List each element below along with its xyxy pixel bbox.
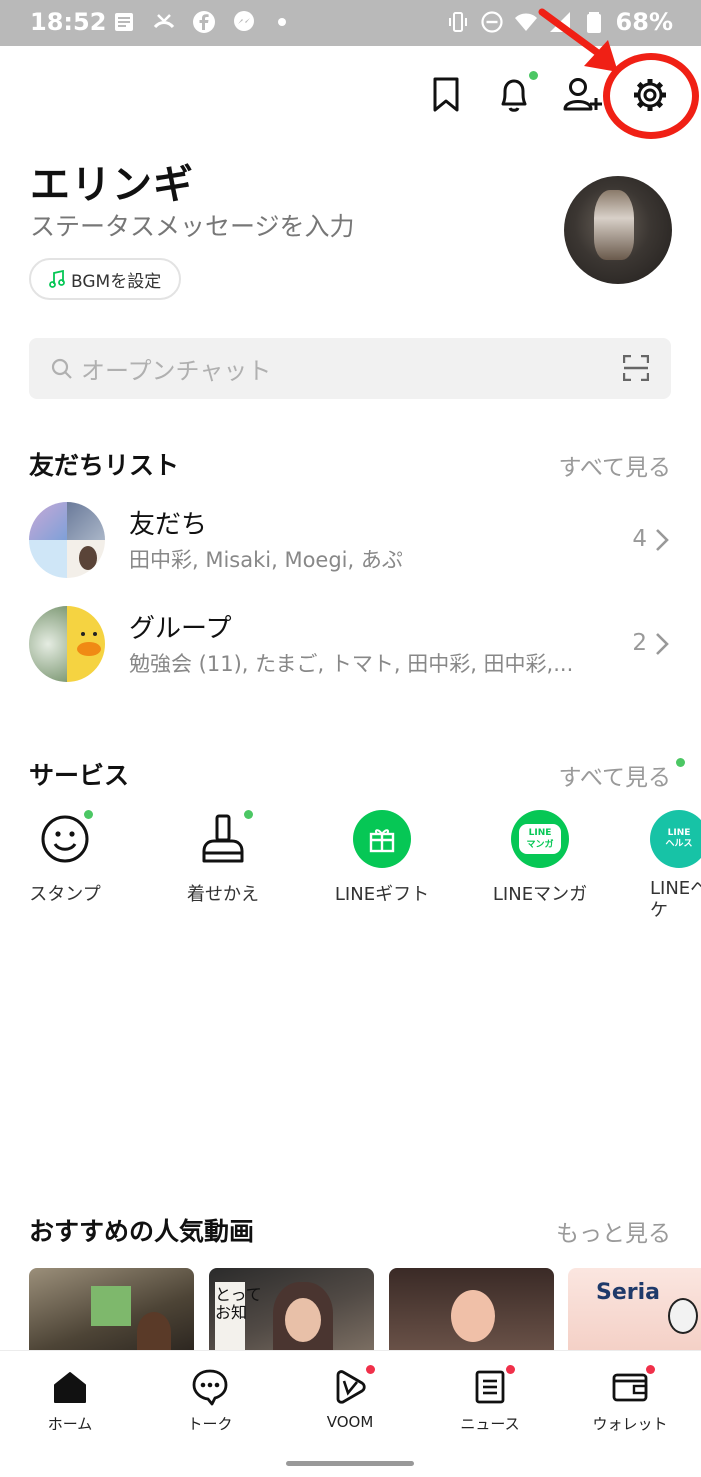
groups-count: 2: [632, 630, 647, 656]
friends-count: 4: [632, 526, 647, 552]
service-gift[interactable]: LINEギフト: [307, 810, 457, 906]
notifications-button[interactable]: [492, 70, 538, 120]
groups-collage-icon: [29, 606, 105, 682]
tab-wallet[interactable]: ウォレット: [570, 1365, 690, 1434]
video-caption: Seria: [596, 1280, 661, 1305]
friends-collage-icon: [29, 502, 105, 578]
qr-scan-icon[interactable]: [623, 355, 649, 381]
bottom-tab-bar: ホーム トーク VOOM ニュース ウォレット: [0, 1350, 701, 1477]
bookmark-icon: [433, 77, 459, 112]
friends-row-title: 友だち: [129, 510, 208, 540]
home-icon: [54, 1372, 86, 1403]
status-left-icons: [112, 10, 286, 34]
friends-row[interactable]: 友だち 田中彩, Misaki, Moegi, あぷ 4: [29, 502, 671, 578]
groups-row-names: 勉強会 (11), たまご, トマト, 田中彩, 田中彩,...: [129, 652, 574, 676]
bell-icon: [501, 79, 527, 112]
videos-row: とって お知 Seria: [29, 1268, 701, 1352]
video-caption: とって お知: [215, 1282, 262, 1352]
missed-call-icon: [153, 14, 175, 29]
tab-news[interactable]: ニュース: [430, 1365, 550, 1434]
status-message-input[interactable]: ステータスメッセージを入力: [30, 207, 355, 243]
services-see-all-link[interactable]: すべて見る: [559, 758, 671, 792]
bgm-button[interactable]: BGMを設定: [29, 258, 182, 300]
home-indicator[interactable]: [286, 1461, 414, 1466]
service-health[interactable]: LINE ヘルス LINEヘ ケ: [620, 810, 701, 922]
chevron-right-icon: [656, 529, 669, 551]
videos-see-more-link[interactable]: もっと見る: [556, 1214, 671, 1248]
video-thumbnail[interactable]: Seria: [568, 1268, 701, 1352]
tab-label: ホーム: [47, 1415, 93, 1433]
service-manga[interactable]: LINE マンガ LINEマンガ: [465, 810, 615, 906]
video-thumbnail[interactable]: [29, 1268, 194, 1352]
tab-talk[interactable]: トーク: [150, 1367, 270, 1434]
smiley-icon: [41, 815, 89, 863]
profile-name[interactable]: エリンギ: [30, 152, 194, 210]
vibrate-icon: [448, 12, 467, 32]
tab-voom[interactable]: VOOM: [290, 1365, 410, 1431]
service-label: スタンプ: [29, 884, 101, 905]
service-label: LINEギフト: [334, 884, 430, 905]
services-section-title: サービス: [29, 761, 130, 790]
service-theme[interactable]: 着せかえ: [148, 810, 298, 906]
avatar[interactable]: [564, 176, 672, 284]
service-stamp[interactable]: スタンプ: [0, 810, 140, 906]
service-label: LINEマンガ: [492, 884, 588, 905]
news-new-dot: [506, 1365, 515, 1374]
tab-label: トーク: [187, 1415, 233, 1433]
friends-row-names: 田中彩, Misaki, Moegi, あぷ: [129, 548, 403, 572]
groups-row-title: グループ: [129, 614, 232, 644]
video-thumbnail[interactable]: とって お知: [209, 1268, 374, 1352]
tab-home[interactable]: ホーム: [10, 1367, 130, 1434]
wifi-icon: [514, 13, 537, 31]
wallet-icon: [612, 1373, 648, 1402]
theme-new-dot: [244, 810, 253, 819]
add-friend-icon: [563, 78, 602, 111]
tab-label: ウォレット: [592, 1415, 668, 1433]
facebook-icon: [193, 11, 215, 33]
services-new-dot: [676, 758, 685, 767]
voom-icon: [336, 1370, 366, 1404]
music-note-icon: [49, 270, 65, 288]
add-friend-button[interactable]: [560, 70, 604, 120]
bookmark-button[interactable]: [424, 70, 468, 120]
avatar-figure: [594, 190, 634, 260]
voom-new-dot: [366, 1365, 375, 1374]
header-icons: [0, 70, 701, 124]
video-thumbnail[interactable]: [389, 1268, 554, 1352]
chevron-right-icon: [656, 633, 669, 655]
stamp-new-dot: [84, 810, 93, 819]
gear-icon: [634, 79, 666, 111]
line-health-icon: LINE ヘルス: [665, 828, 693, 849]
notification-dot: [529, 71, 538, 80]
chat-icon: [192, 1369, 228, 1406]
tab-label: VOOM: [326, 1413, 374, 1431]
groups-row[interactable]: グループ 勉強会 (11), たまご, トマト, 田中彩, 田中彩,... 2: [29, 606, 671, 682]
messenger-icon: [234, 11, 254, 31]
status-dot: [278, 18, 286, 26]
service-label: 着せかえ: [187, 884, 259, 905]
search-bar[interactable]: オープンチャット: [29, 338, 671, 399]
brush-icon: [202, 814, 244, 863]
friends-see-all-link[interactable]: すべて見る: [559, 448, 671, 482]
dnd-icon: [480, 11, 503, 33]
wallet-new-dot: [646, 1365, 655, 1374]
services-row: スタンプ 着せかえ LINEギフト LINE マンガ LINEマンガ LINE …: [0, 810, 701, 930]
search-icon: [51, 358, 72, 379]
news-icon: [475, 1370, 505, 1404]
news-icon: [115, 13, 133, 31]
line-manga-icon: LINE マンガ: [519, 824, 561, 854]
tab-label: ニュース: [460, 1415, 520, 1433]
friends-section-title: 友だちリスト: [29, 451, 180, 480]
gift-icon: [369, 829, 395, 853]
status-time: 18:52: [30, 8, 107, 36]
service-label: LINEヘ ケ: [650, 878, 701, 921]
settings-button[interactable]: [628, 70, 672, 120]
bgm-label: BGMを設定: [71, 271, 162, 292]
search-input[interactable]: オープンチャット: [81, 351, 271, 386]
videos-section-title: おすすめの人気動画: [29, 1217, 255, 1246]
